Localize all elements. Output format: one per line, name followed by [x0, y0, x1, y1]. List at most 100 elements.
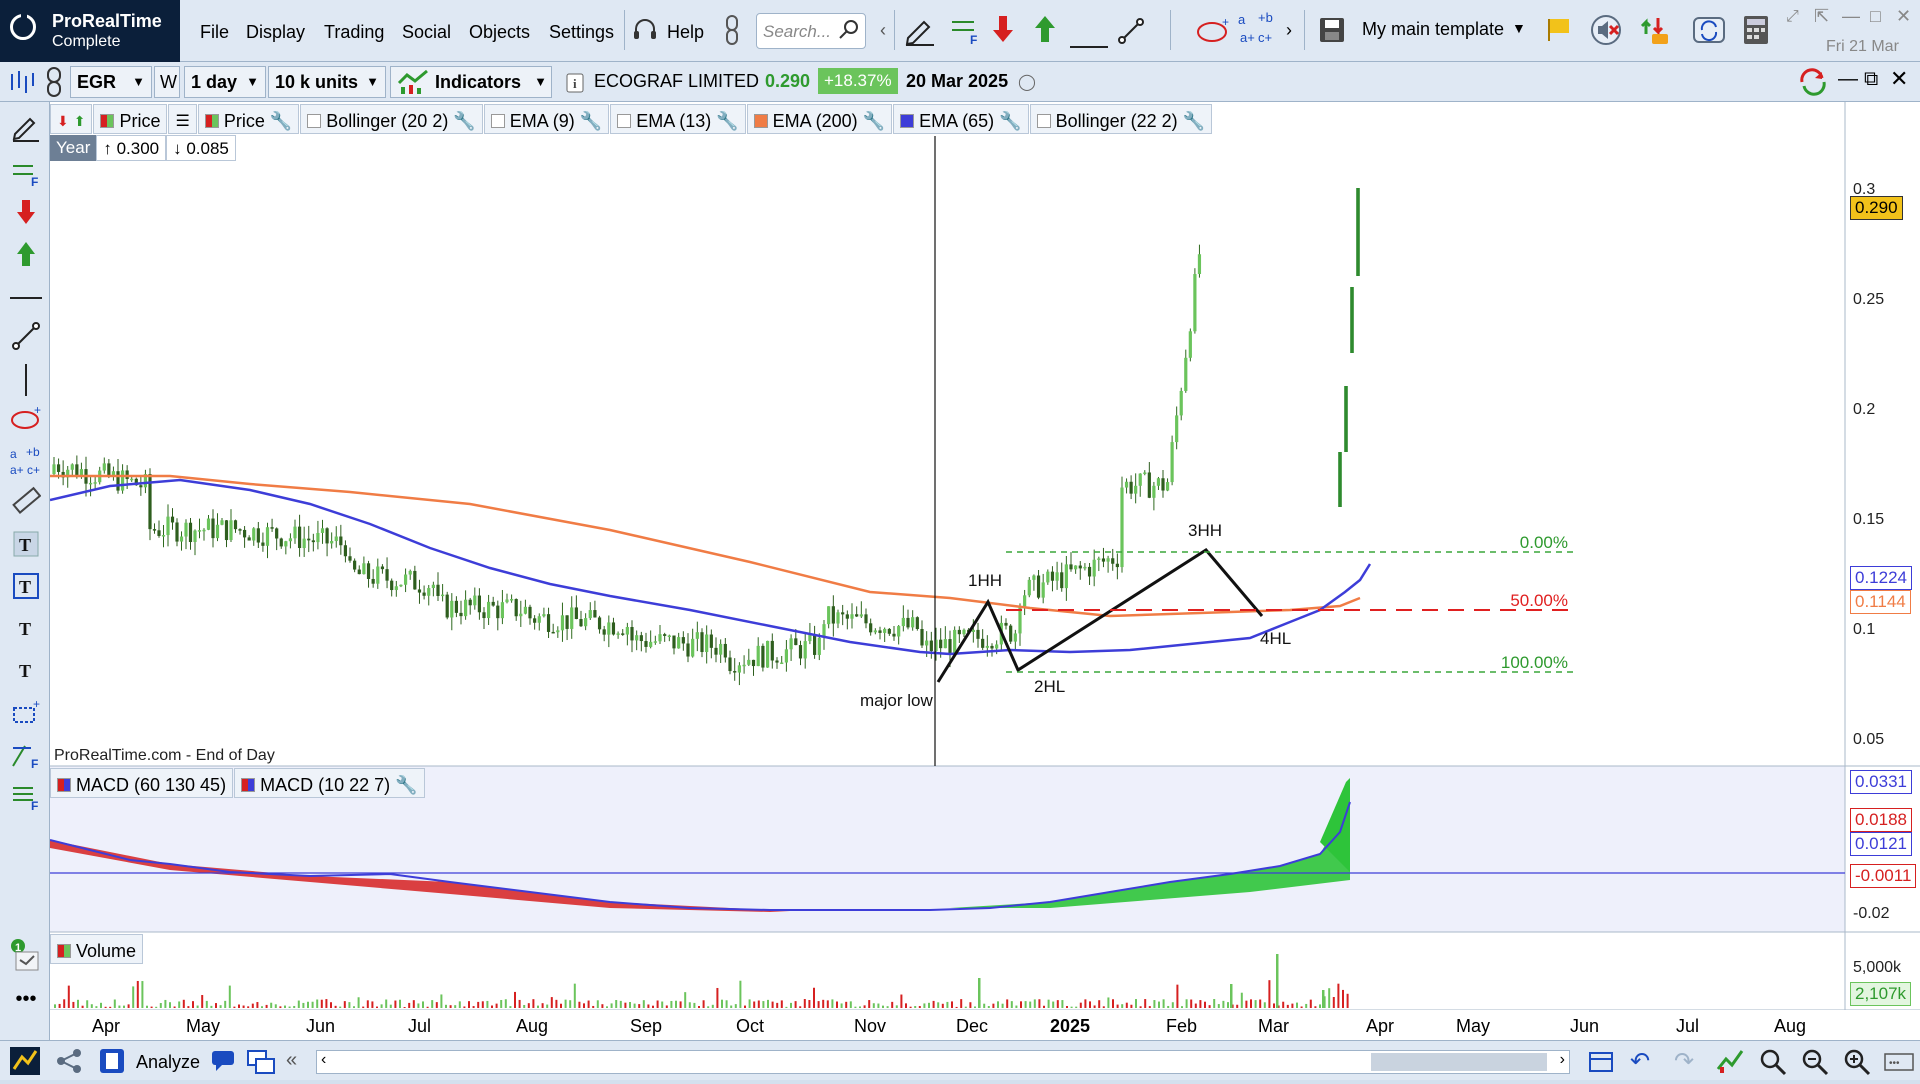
interval-select[interactable]: 1 day ▼	[184, 66, 266, 98]
windows-icon[interactable]	[246, 1049, 276, 1082]
expand-right-icon[interactable]: ›	[1286, 20, 1292, 41]
menu-settings[interactable]: Settings	[549, 22, 614, 43]
menu-objects[interactable]: Objects	[469, 22, 530, 43]
menu-help[interactable]: Help	[667, 22, 704, 43]
zoom-out-icon[interactable]	[1800, 1047, 1830, 1084]
fibonacci-icon[interactable]: F	[10, 158, 42, 190]
menu-social[interactable]: Social	[402, 22, 451, 43]
link-chain-icon[interactable]	[44, 66, 64, 105]
zoom-in-icon[interactable]	[1842, 1047, 1872, 1084]
restore-window-icon[interactable]: □	[1870, 6, 1881, 27]
timeframe-icon[interactable]	[1588, 1049, 1614, 1082]
wrench-icon[interactable]: 🔧	[270, 111, 292, 132]
refresh-icon[interactable]	[1692, 14, 1726, 53]
ellipse-icon[interactable]: +	[1196, 15, 1232, 51]
analyze-label[interactable]: Analyze	[136, 1052, 200, 1073]
buy-arrow-icon[interactable]	[1034, 14, 1056, 51]
ellipse-icon[interactable]: +	[10, 403, 42, 436]
symbol-select[interactable]: EGR ▼	[70, 66, 152, 98]
save-icon[interactable]	[1318, 16, 1346, 51]
wrench-icon[interactable]: 🔧	[395, 775, 417, 796]
calculator-icon[interactable]	[1742, 14, 1770, 53]
sound-off-icon[interactable]	[1590, 14, 1624, 53]
trendline-icon[interactable]	[10, 322, 42, 354]
close-window-icon[interactable]: ✕	[1896, 6, 1911, 27]
text-box-icon[interactable]: T	[10, 530, 42, 562]
minimize-window-icon[interactable]: —	[1842, 6, 1860, 27]
wrench-icon[interactable]: 🔧	[1183, 111, 1205, 132]
legend-bollinger-20[interactable]: Bollinger (20 2) 🔧	[300, 104, 483, 134]
legend-ema-9[interactable]: EMA (9) 🔧	[483, 104, 610, 134]
sync-icon[interactable]	[1796, 66, 1830, 105]
collapse-left-icon[interactable]: ‹	[880, 20, 886, 41]
rectangle-icon[interactable]: +	[10, 697, 42, 730]
zoom-select-icon[interactable]	[1758, 1047, 1788, 1084]
more-options-icon[interactable]: •••	[1884, 1051, 1914, 1079]
legend-arrows[interactable]: ⬇ ⬆	[50, 104, 93, 134]
text-plain-icon[interactable]: T	[10, 656, 42, 688]
more-tools-icon[interactable]: •••	[10, 989, 42, 1022]
fib-fan-icon[interactable]: F	[10, 740, 42, 772]
prorealtime-logo-icon[interactable]	[10, 1047, 40, 1082]
redo-icon[interactable]: ↷	[1674, 1047, 1694, 1076]
period-button[interactable]: W	[154, 66, 180, 98]
link-icon[interactable]	[724, 14, 740, 53]
legend-price-2[interactable]: Price 🔧	[197, 104, 300, 134]
units-select[interactable]: 10 k units ▼	[268, 66, 386, 98]
chat-icon[interactable]	[210, 1049, 236, 1080]
object-list-icon[interactable]: 1	[10, 938, 42, 971]
legend-macd-10[interactable]: MACD (10 22 7) 🔧	[234, 768, 425, 798]
menu-display[interactable]: Display	[246, 22, 305, 43]
legend-ema-200[interactable]: EMA (200) 🔧	[746, 104, 893, 134]
sell-arrow-icon[interactable]	[10, 198, 42, 230]
minimize-chart-icon[interactable]: —	[1838, 68, 1858, 91]
legend-ema-65[interactable]: EMA (65) 🔧	[893, 104, 1029, 134]
horizontal-line-icon[interactable]	[10, 282, 42, 314]
search-icon[interactable]	[838, 18, 860, 47]
horizontal-line-icon[interactable]	[1070, 28, 1108, 56]
menu-trading[interactable]: Trading	[324, 22, 384, 43]
chart-type-icon[interactable]	[8, 68, 36, 103]
elliott-wave-icon[interactable]: a +b a+ c+	[1238, 10, 1274, 53]
menu-file[interactable]: File	[200, 22, 229, 43]
pencil-icon[interactable]	[904, 16, 936, 53]
scroll-right-icon[interactable]: ›	[1560, 1051, 1565, 1069]
app-logo[interactable]: ProRealTime Complete	[0, 0, 180, 62]
scroll-left-icon[interactable]: ‹	[321, 1051, 326, 1069]
buy-arrow-icon[interactable]	[10, 240, 42, 272]
trendline-icon[interactable]	[1118, 18, 1144, 51]
indicators-button[interactable]: Indicators ▼	[390, 66, 552, 98]
workspace-icon[interactable]	[98, 1047, 126, 1082]
legend-macd-60[interactable]: MACD (60 130 45)	[50, 768, 234, 798]
text-icon[interactable]: T	[10, 614, 42, 646]
chart-settings-icon[interactable]	[1716, 1047, 1746, 1082]
wrench-icon[interactable]: 🔧	[580, 111, 602, 132]
wrench-icon[interactable]: 🔧	[716, 111, 738, 132]
undo-icon[interactable]: ↶	[1630, 1047, 1650, 1076]
close-chart-icon[interactable]: ✕	[1890, 66, 1908, 92]
share-icon[interactable]	[56, 1049, 82, 1080]
legend-ema-13[interactable]: EMA (13) 🔧	[610, 104, 746, 134]
headset-icon[interactable]	[632, 17, 658, 50]
wrench-icon[interactable]: 🔧	[999, 111, 1021, 132]
elliott-wave-icon[interactable]: a +b a+ c+	[10, 444, 42, 477]
legend-list[interactable]: ☰	[168, 104, 197, 134]
fibonacci-icon[interactable]: F	[950, 16, 982, 53]
scrollbar-thumb[interactable]	[1371, 1053, 1547, 1071]
template-select[interactable]: My main template	[1362, 19, 1504, 40]
legend-volume[interactable]: Volume	[50, 934, 144, 964]
chart-area[interactable]: 0.00% 50.00% 100.00% major low 1HH 2HL 3…	[50, 102, 1920, 1040]
collapse-icon[interactable]: «	[286, 1049, 297, 1072]
time-scrollbar[interactable]: ‹ ›	[316, 1050, 1570, 1074]
wrench-icon[interactable]: 🔧	[863, 111, 885, 132]
flag-icon[interactable]	[1546, 16, 1572, 49]
wrench-icon[interactable]: 🔧	[453, 111, 475, 132]
vertical-line-icon[interactable]	[10, 364, 42, 396]
fib-retracement-icon[interactable]: F	[10, 782, 42, 814]
sell-arrow-icon[interactable]	[992, 14, 1014, 51]
volume-pane[interactable]	[50, 932, 1845, 1010]
chevron-down-icon[interactable]: ▼	[1512, 20, 1526, 36]
alerts-icon[interactable]	[1638, 14, 1674, 53]
pin-icon[interactable]: ⇱	[1814, 6, 1829, 27]
fullscreen-icon[interactable]: ⤢	[1786, 8, 1799, 26]
